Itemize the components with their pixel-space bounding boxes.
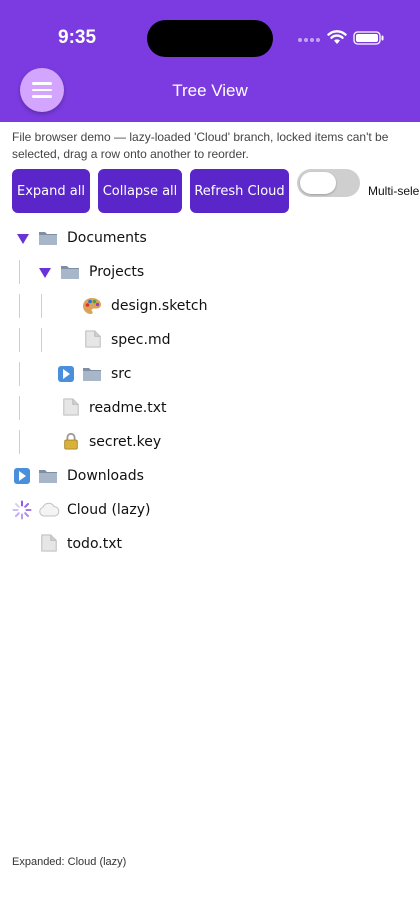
page-title: Tree View bbox=[172, 81, 248, 100]
tree-label: readme.txt bbox=[89, 400, 167, 416]
tree-row-src[interactable]: src bbox=[0, 357, 420, 391]
expand-arrow-icon[interactable] bbox=[14, 468, 30, 484]
dynamic-island bbox=[147, 20, 273, 57]
signal-icon bbox=[298, 38, 320, 42]
file-icon bbox=[85, 330, 101, 348]
tree-row-todo-txt[interactable]: todo.txt bbox=[0, 527, 420, 561]
indent-guide bbox=[41, 328, 42, 352]
file-icon bbox=[63, 398, 79, 416]
battery-icon bbox=[353, 31, 384, 45]
tree-label: spec.md bbox=[111, 332, 171, 348]
tree-row-secret-key: secret.key bbox=[0, 425, 420, 459]
tree-row-documents[interactable]: Documents bbox=[0, 221, 420, 255]
indent-guide bbox=[19, 396, 20, 420]
expand-arrow-icon[interactable] bbox=[58, 366, 74, 382]
palette-icon bbox=[83, 298, 101, 314]
tree-label: secret.key bbox=[89, 434, 162, 450]
multi-select-label: Multi-sele bbox=[368, 184, 420, 198]
description-text: File browser demo — lazy-loaded 'Cloud' … bbox=[12, 130, 389, 161]
tree-row-spec-md[interactable]: spec.md bbox=[0, 323, 420, 357]
status-time: 9:35 bbox=[58, 27, 97, 48]
file-icon bbox=[41, 534, 57, 552]
tree-row-design-sketch[interactable]: design.sketch bbox=[0, 289, 420, 323]
indent-guide bbox=[19, 294, 20, 318]
indent-guide bbox=[19, 430, 20, 454]
folder-icon bbox=[61, 266, 79, 279]
expand-all-button[interactable]: Expand all bbox=[12, 169, 90, 213]
multi-select-toggle[interactable] bbox=[297, 169, 360, 197]
tree-label: Downloads bbox=[67, 468, 144, 484]
folder-icon bbox=[83, 368, 101, 381]
tree-label: todo.txt bbox=[67, 536, 122, 552]
folder-icon bbox=[39, 470, 57, 483]
status-icons bbox=[298, 28, 388, 48]
refresh-cloud-button[interactable]: Refresh Cloud bbox=[190, 169, 289, 213]
expanded-status: Expanded: Cloud (lazy) bbox=[12, 856, 127, 868]
toggle-knob bbox=[300, 172, 336, 194]
loading-spinner-icon bbox=[12, 500, 32, 520]
indent-guide bbox=[19, 328, 20, 352]
lock-icon bbox=[64, 432, 78, 450]
tree-label: src bbox=[111, 366, 132, 382]
tree-row-downloads[interactable]: Downloads bbox=[0, 459, 420, 493]
collapse-all-button[interactable]: Collapse all bbox=[98, 169, 182, 213]
indent-guide bbox=[19, 260, 20, 284]
tree-row-cloud[interactable]: Cloud (lazy) bbox=[0, 493, 420, 527]
tree-row-readme-txt[interactable]: readme.txt bbox=[0, 391, 420, 425]
cloud-icon bbox=[39, 502, 60, 517]
indent-guide bbox=[41, 294, 42, 318]
app-header: 9:35 Tree View bbox=[0, 0, 420, 122]
folder-icon bbox=[39, 232, 57, 245]
chevron-down-icon[interactable] bbox=[17, 234, 29, 244]
chevron-down-icon[interactable] bbox=[39, 268, 51, 278]
tree-label: Documents bbox=[67, 230, 147, 246]
tree-label: design.sketch bbox=[111, 298, 208, 314]
tree-row-projects[interactable]: Projects bbox=[0, 255, 420, 289]
tree-label: Cloud (lazy) bbox=[67, 502, 151, 518]
wifi-icon bbox=[327, 30, 347, 44]
indent-guide bbox=[19, 362, 20, 386]
tree-label: Projects bbox=[89, 264, 145, 280]
